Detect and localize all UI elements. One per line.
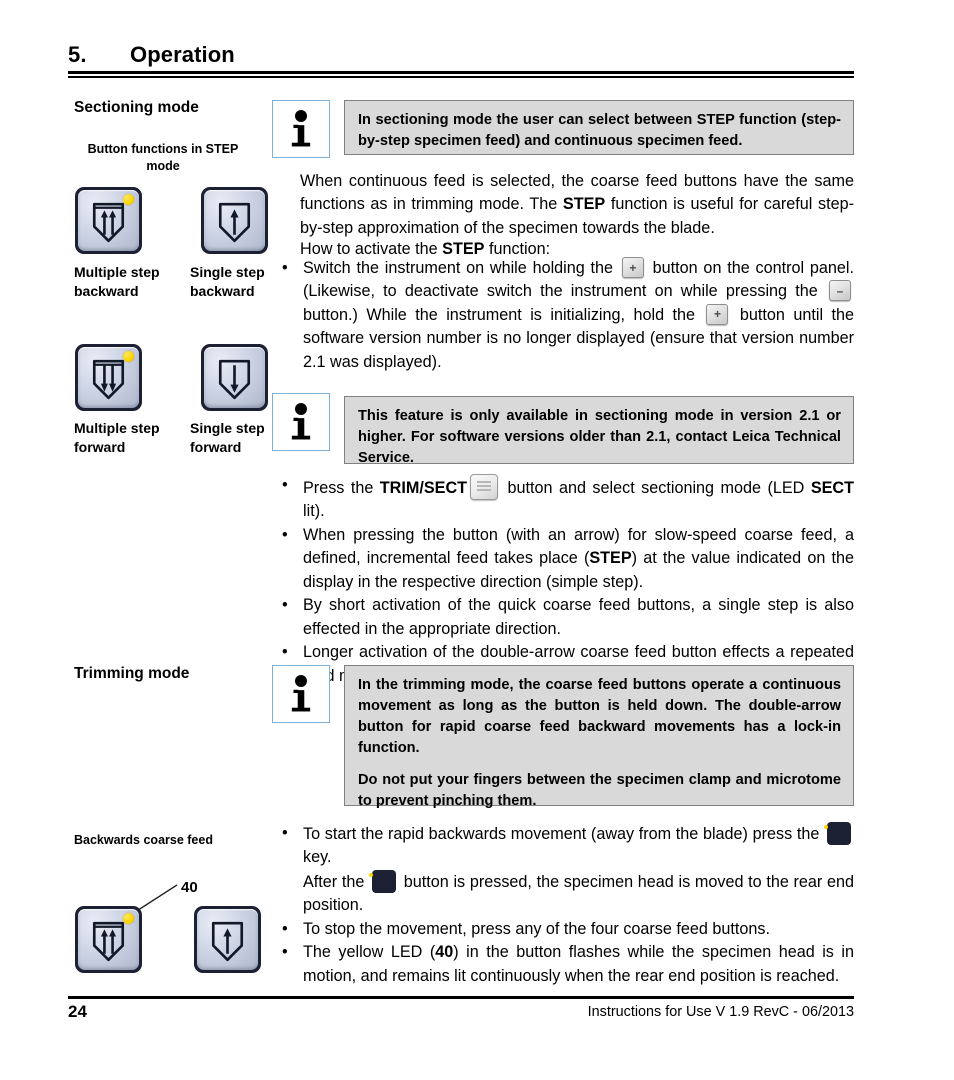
pentagon-double-up-arrow-glyph bbox=[92, 202, 125, 243]
label-multiple-step-backward: Multiple step backward bbox=[74, 264, 160, 299]
list-item: • To stop the movement, press any of the… bbox=[272, 918, 854, 941]
list-item: • By short activation of the quick coars… bbox=[272, 594, 854, 641]
information-icon bbox=[291, 674, 311, 712]
manual-page: 5. Operation Sectioning mode Button func… bbox=[0, 0, 954, 1080]
minus-key-icon: – bbox=[829, 280, 851, 302]
b1-seg3: lit). bbox=[303, 502, 325, 521]
label-single-step-forward: Single step forward bbox=[190, 420, 265, 455]
trimming-mode-heading: Trimming mode bbox=[74, 665, 190, 682]
step-mode-caption: Button functions in STEP mode bbox=[87, 142, 239, 173]
header-rule-thick bbox=[68, 71, 854, 74]
list-item: • Switch the instrument on while holding… bbox=[272, 257, 854, 374]
information-icon bbox=[291, 402, 311, 440]
bb2-text: To stop the movement, press any of the f… bbox=[303, 919, 771, 938]
bullet-marker: • bbox=[282, 643, 288, 662]
bullet-marker: • bbox=[282, 943, 288, 962]
chapter-header: 5. Operation bbox=[68, 42, 854, 72]
info-icon-trimming bbox=[272, 665, 330, 723]
para1-bold: STEP bbox=[562, 195, 606, 214]
b1-bold-trimsect: TRIM/SECT bbox=[379, 479, 468, 497]
pentagon-single-up-arrow-glyph bbox=[211, 921, 244, 962]
label-single-step-backward: Single step backward bbox=[190, 264, 265, 299]
footer-rule bbox=[68, 996, 854, 999]
info-text-warning: Do not put your fingers between the spec… bbox=[358, 772, 841, 810]
list-item: • To start the rapid backwards movement … bbox=[272, 822, 854, 918]
button-single-backwards-feed-icon bbox=[194, 906, 261, 973]
pentagon-double-up-arrow-glyph bbox=[92, 921, 125, 962]
pentagon-single-up-arrow-glyph bbox=[218, 202, 251, 243]
chapter-title-text: Operation bbox=[130, 42, 235, 67]
document-info: Instructions for Use V 1.9 RevC - 06/201… bbox=[587, 1004, 854, 1020]
plus-key-icon: + bbox=[621, 257, 644, 278]
button-backwards-coarse-feed-icon bbox=[75, 906, 142, 973]
bb1-seg1: To start the rapid backwards movement (a… bbox=[303, 825, 824, 843]
info-box-version: This feature is only available in sectio… bbox=[344, 396, 854, 466]
button-single-step-backward-icon bbox=[201, 187, 268, 254]
b2-bold: STEP bbox=[589, 549, 632, 568]
backwards-feed-key-icon bbox=[369, 869, 397, 893]
b1-seg1: Press the bbox=[303, 479, 380, 497]
pentagon-single-down-arrow-glyph bbox=[218, 359, 251, 400]
para2-seg1: How to activate the bbox=[300, 240, 443, 258]
list-item-continuation: After the button is pressed, the specime… bbox=[303, 869, 854, 918]
sectioning-mode-heading: Sectioning mode bbox=[74, 99, 199, 116]
backwards-coarse-feed-caption: Backwards coarse feed bbox=[74, 833, 213, 847]
info-box-trimming: In the trimming mode, the coarse feed bu… bbox=[344, 665, 854, 809]
info-text: In the trimming mode, the coarse feed bu… bbox=[358, 677, 841, 756]
step-seg1: Switch the instrument on while holding t… bbox=[303, 259, 619, 277]
button-multiple-step-forward-icon bbox=[75, 344, 142, 411]
bullet-list-step-activation: • Switch the instrument on while holding… bbox=[272, 257, 854, 374]
info-icon-version bbox=[272, 393, 330, 451]
bullet-marker: • bbox=[282, 259, 288, 277]
bb1-seg2: key. bbox=[303, 848, 332, 867]
bb1-sub-seg1: After the bbox=[303, 872, 370, 891]
trim-sect-key-icon bbox=[470, 474, 499, 500]
bullet-marker: • bbox=[282, 596, 288, 615]
header-rule-thin bbox=[68, 76, 854, 78]
info-box-sectioning: In sectioning mode the user can select b… bbox=[344, 100, 854, 155]
page-number: 24 bbox=[68, 1002, 87, 1021]
information-icon bbox=[291, 109, 311, 147]
page-title: 5. Operation bbox=[68, 42, 854, 72]
info-text: This feature is only available in sectio… bbox=[358, 408, 841, 466]
bullet-list-backwards-feed: • To start the rapid backwards movement … bbox=[272, 822, 854, 988]
para2-bold: STEP bbox=[442, 240, 485, 258]
bullet-marker: • bbox=[282, 476, 288, 494]
backwards-feed-key-icon bbox=[824, 822, 851, 845]
plus-glyph: + bbox=[629, 260, 637, 275]
pentagon-double-down-arrow-glyph bbox=[92, 359, 125, 400]
b1-seg2: button and select sectioning mode (LED bbox=[501, 479, 811, 497]
bullet-marker: • bbox=[282, 525, 288, 544]
info-icon-sectioning bbox=[272, 100, 330, 158]
b1-bold-sect: SECT bbox=[810, 479, 854, 497]
step-seg3: button.) While the instrument is initial… bbox=[303, 305, 704, 324]
list-item: • The yellow LED (40) in the button flas… bbox=[272, 941, 854, 988]
bullet-marker: • bbox=[282, 824, 288, 842]
bullet-list-sectioning-ops: • Press the TRIM/SECT button and select … bbox=[272, 474, 854, 688]
label-multiple-step-forward: Multiple step forward bbox=[74, 420, 160, 455]
info-text: In sectioning mode the user can select b… bbox=[358, 112, 841, 149]
bb3-seg1: The yellow LED ( bbox=[303, 943, 436, 962]
bullet-marker: • bbox=[282, 919, 288, 938]
para2-seg2: function: bbox=[484, 240, 551, 258]
list-item: • Press the TRIM/SECT button and select … bbox=[272, 474, 854, 524]
button-single-step-forward-icon bbox=[201, 344, 268, 411]
key-lines bbox=[477, 481, 492, 493]
plus-glyph: + bbox=[713, 307, 721, 322]
chapter-number: 5. bbox=[68, 42, 87, 67]
bb3-bold-40: 40 bbox=[435, 943, 454, 962]
plus-key-icon: + bbox=[706, 303, 729, 325]
b3-text: By short activation of the quick coarse … bbox=[303, 596, 854, 638]
list-item: • When pressing the button (with an arro… bbox=[272, 524, 854, 594]
button-multiple-step-backward-icon bbox=[75, 187, 142, 254]
minus-glyph: – bbox=[836, 283, 844, 298]
paragraph-continuous-feed: When continuous feed is selected, the co… bbox=[300, 170, 854, 240]
